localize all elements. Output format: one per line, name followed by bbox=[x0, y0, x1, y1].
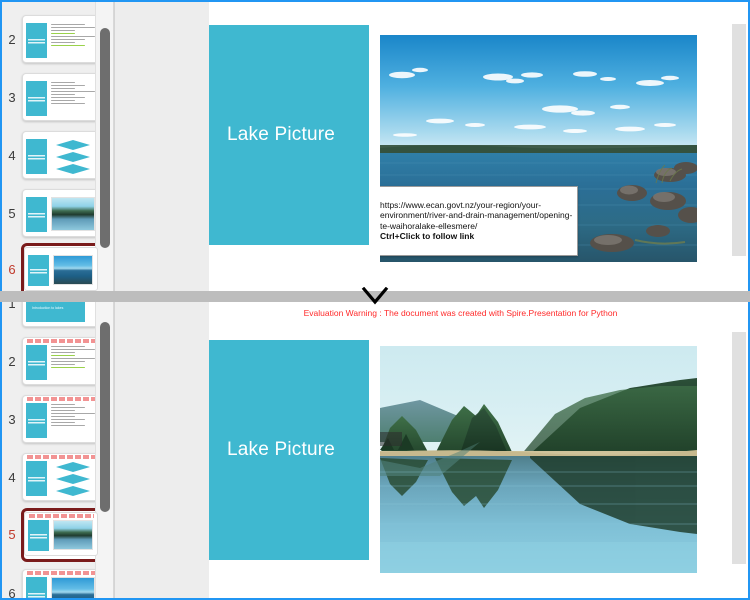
thumbnail-preview[interactable] bbox=[24, 512, 98, 556]
thumbnail-preview[interactable] bbox=[22, 189, 100, 237]
slide-viewer-panel-top: 2 3 4 5 6 Lake Picture https://www.ecan.… bbox=[0, 0, 750, 293]
thumbnail-preview[interactable] bbox=[24, 247, 98, 291]
diamond-diagram-icon bbox=[51, 460, 95, 496]
forest-lake-reflection-photo-icon bbox=[380, 346, 697, 573]
slide-scrollbar-track-bottom[interactable] bbox=[732, 302, 748, 598]
app-screen: 2 3 4 5 6 Lake Picture https://www.ecan.… bbox=[0, 0, 750, 600]
slide-scrollbar-thumb-bottom[interactable] bbox=[732, 332, 746, 564]
slide-stage-top: Lake Picture https://www.ecan.govt.nz/yo… bbox=[114, 2, 748, 291]
slide-scrollbar-thumb-top[interactable] bbox=[732, 24, 746, 256]
thumbnail-eval-warning bbox=[27, 339, 96, 343]
panel-divider bbox=[0, 291, 750, 302]
thumbnail-number: 2 bbox=[8, 353, 16, 369]
thumbnail-number: 5 bbox=[8, 205, 16, 221]
forest-lake-thumbnail-image bbox=[51, 197, 95, 231]
thumbnail-eval-warning bbox=[27, 571, 96, 575]
thumbnail-number: 2 bbox=[8, 31, 16, 47]
slide-canvas-top[interactable]: Lake Picture https://www.ecan.govt.nz/yo… bbox=[209, 2, 712, 291]
thumbnail-preview[interactable] bbox=[22, 131, 100, 179]
diamond-diagram-icon bbox=[51, 138, 95, 174]
thumbnail-preview[interactable]: Lakes Introduction to lakes bbox=[22, 302, 100, 327]
sky-lake-thumbnail-image bbox=[51, 577, 95, 598]
thumbnail-rail-bottom[interactable]: 1 Lakes Introduction to lakes 2 bbox=[2, 302, 114, 598]
title-slide-thumbnail: Lakes Introduction to lakes bbox=[26, 302, 85, 322]
thumbnail-scrollbar-track-top[interactable] bbox=[95, 2, 113, 291]
hyperlink-hint: Ctrl+Click to follow link bbox=[380, 231, 475, 241]
thumbnail-preview[interactable] bbox=[22, 337, 100, 385]
thumbnail-number: 5 bbox=[8, 526, 16, 542]
thumbnail-number: 6 bbox=[8, 585, 16, 600]
thumbnail-number: 4 bbox=[8, 469, 16, 485]
thumbnail-eval-warning bbox=[27, 397, 96, 401]
thumbnail-item-6[interactable]: 6 bbox=[2, 240, 114, 291]
forest-lake-thumbnail-image bbox=[53, 520, 93, 550]
thumbnail-number: 3 bbox=[8, 411, 16, 427]
thumbnail-number: 4 bbox=[8, 147, 16, 163]
title-slide-thumb-subtitle: Introduction to lakes bbox=[32, 306, 64, 311]
evaluation-warning-text: Evaluation Warning : The document was cr… bbox=[303, 308, 618, 318]
thumbnail-rail-top[interactable]: 2 3 4 5 6 bbox=[2, 2, 114, 291]
thumbnail-eval-warning bbox=[29, 514, 94, 518]
stage-gutter bbox=[115, 2, 209, 291]
thumbnail-preview[interactable] bbox=[22, 73, 100, 121]
hyperlink-tooltip: https://www.ecan.govt.nz/your-region/you… bbox=[380, 186, 578, 256]
stage-gutter bbox=[115, 302, 209, 598]
thumbnail-scrollbar-thumb-top[interactable] bbox=[100, 28, 110, 248]
slide-title-block[interactable]: Lake Picture bbox=[209, 340, 369, 560]
lake-picture-bottom[interactable] bbox=[380, 346, 697, 573]
thumbnail-preview[interactable] bbox=[22, 15, 100, 63]
lake-picture-top[interactable]: https://www.ecan.govt.nz/your-region/you… bbox=[380, 35, 697, 262]
thumbnail-number: 6 bbox=[8, 261, 16, 277]
thumbnail-eval-warning bbox=[27, 455, 96, 459]
slide-scrollbar-track-top[interactable] bbox=[732, 2, 748, 291]
slide-title-text: Lake Picture bbox=[227, 124, 336, 145]
thumbnail-preview[interactable] bbox=[22, 395, 100, 443]
slide-canvas-bottom[interactable]: Evaluation Warning : The document was cr… bbox=[209, 302, 712, 598]
thumbnail-preview[interactable] bbox=[22, 569, 100, 598]
thumbnail-item-5[interactable]: 5 bbox=[2, 505, 114, 563]
slide-title-block[interactable]: Lake Picture bbox=[209, 25, 369, 245]
slide-stage-bottom: Evaluation Warning : The document was cr… bbox=[114, 302, 748, 598]
thumbnail-number: 3 bbox=[8, 89, 16, 105]
thumbnail-preview[interactable] bbox=[22, 453, 100, 501]
thumbnail-scrollbar-thumb-bottom[interactable] bbox=[100, 322, 110, 512]
hyperlink-url: https://www.ecan.govt.nz/your-region/you… bbox=[380, 199, 573, 231]
slide-viewer-panel-bottom: 1 Lakes Introduction to lakes 2 bbox=[0, 300, 750, 600]
sky-lake-thumbnail-image bbox=[53, 255, 93, 285]
slide-title-text: Lake Picture bbox=[227, 439, 336, 460]
